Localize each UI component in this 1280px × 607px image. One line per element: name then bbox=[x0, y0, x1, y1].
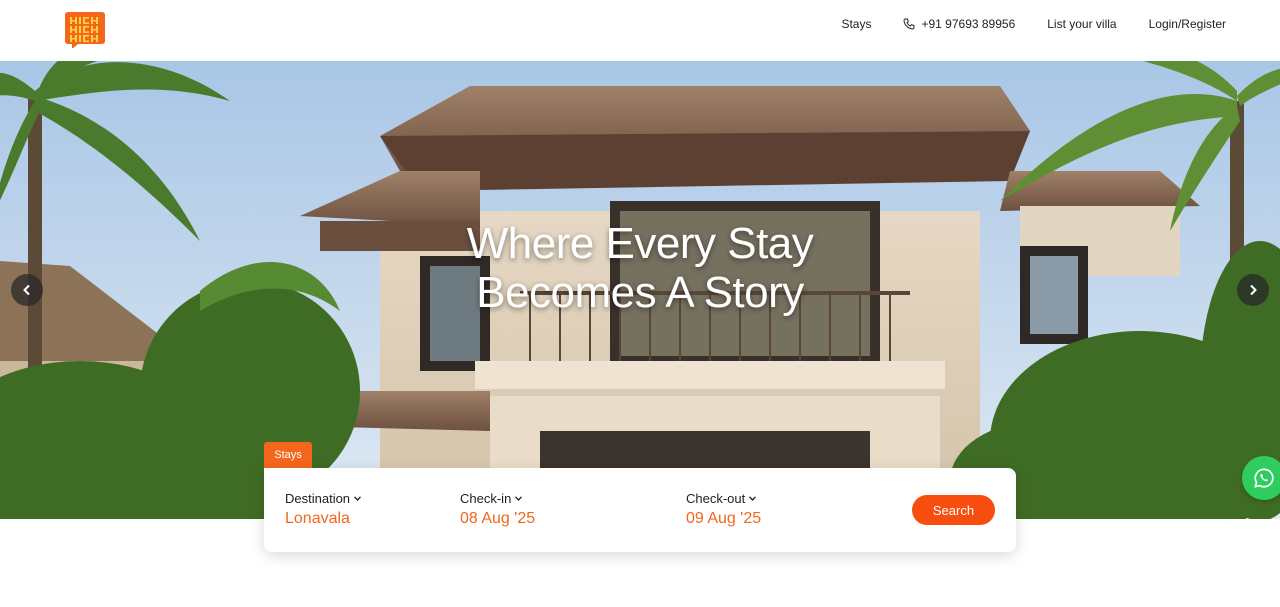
hero-title-line-2: Becomes A Story bbox=[476, 268, 804, 317]
hero-title: Where Every Stay Becomes A Story bbox=[0, 219, 1280, 317]
nav-stays[interactable]: Stays bbox=[841, 17, 871, 31]
checkout-value: 09 Aug '25 bbox=[686, 510, 762, 527]
checkin-field[interactable]: Check-in 08 Aug '25 bbox=[460, 491, 535, 528]
checkin-label: Check-in bbox=[460, 491, 535, 506]
site-header: Stays +91 97693 89956 List your villa Lo… bbox=[0, 0, 1280, 61]
search-button[interactable]: Search bbox=[912, 495, 995, 525]
nav-login-register[interactable]: Login/Register bbox=[1149, 17, 1226, 31]
chevron-down-icon bbox=[354, 496, 362, 501]
phone-icon bbox=[903, 18, 915, 30]
phone-number: +91 97693 89956 bbox=[921, 17, 1016, 31]
search-card: Destination Lonavala Check-in 08 Aug '25… bbox=[264, 468, 1016, 552]
checkout-field[interactable]: Check-out 09 Aug '25 bbox=[686, 491, 761, 528]
main-nav: Stays +91 97693 89956 List your villa Lo… bbox=[841, 0, 1226, 48]
chevron-down-icon bbox=[515, 496, 523, 501]
destination-label: Destination bbox=[285, 491, 362, 506]
chevron-down-icon bbox=[749, 496, 757, 501]
destination-label-text: Destination bbox=[285, 491, 351, 506]
tab-stays[interactable]: Stays bbox=[264, 442, 312, 468]
carousel-next-button[interactable] bbox=[1237, 274, 1269, 306]
brand-logo[interactable] bbox=[64, 10, 106, 48]
checkin-label-text: Check-in bbox=[460, 491, 512, 506]
chevron-left-icon bbox=[23, 284, 30, 296]
checkout-label-text: Check-out bbox=[686, 491, 746, 506]
checkout-label: Check-out bbox=[686, 491, 761, 506]
nav-list-villa[interactable]: List your villa bbox=[1047, 17, 1116, 31]
whatsapp-icon bbox=[1254, 468, 1274, 488]
hero-title-line-1: Where Every Stay bbox=[466, 219, 814, 268]
destination-field[interactable]: Destination Lonavala bbox=[285, 491, 362, 528]
checkin-value: 08 Aug '25 bbox=[460, 510, 536, 527]
nav-phone[interactable]: +91 97693 89956 bbox=[903, 17, 1015, 31]
carousel-prev-button[interactable] bbox=[11, 274, 43, 306]
whatsapp-button[interactable] bbox=[1242, 456, 1280, 500]
destination-value: Lonavala bbox=[285, 510, 350, 527]
hero-banner: Where Every Stay Becomes A Story bbox=[0, 61, 1280, 519]
chevron-right-icon bbox=[1250, 284, 1257, 296]
